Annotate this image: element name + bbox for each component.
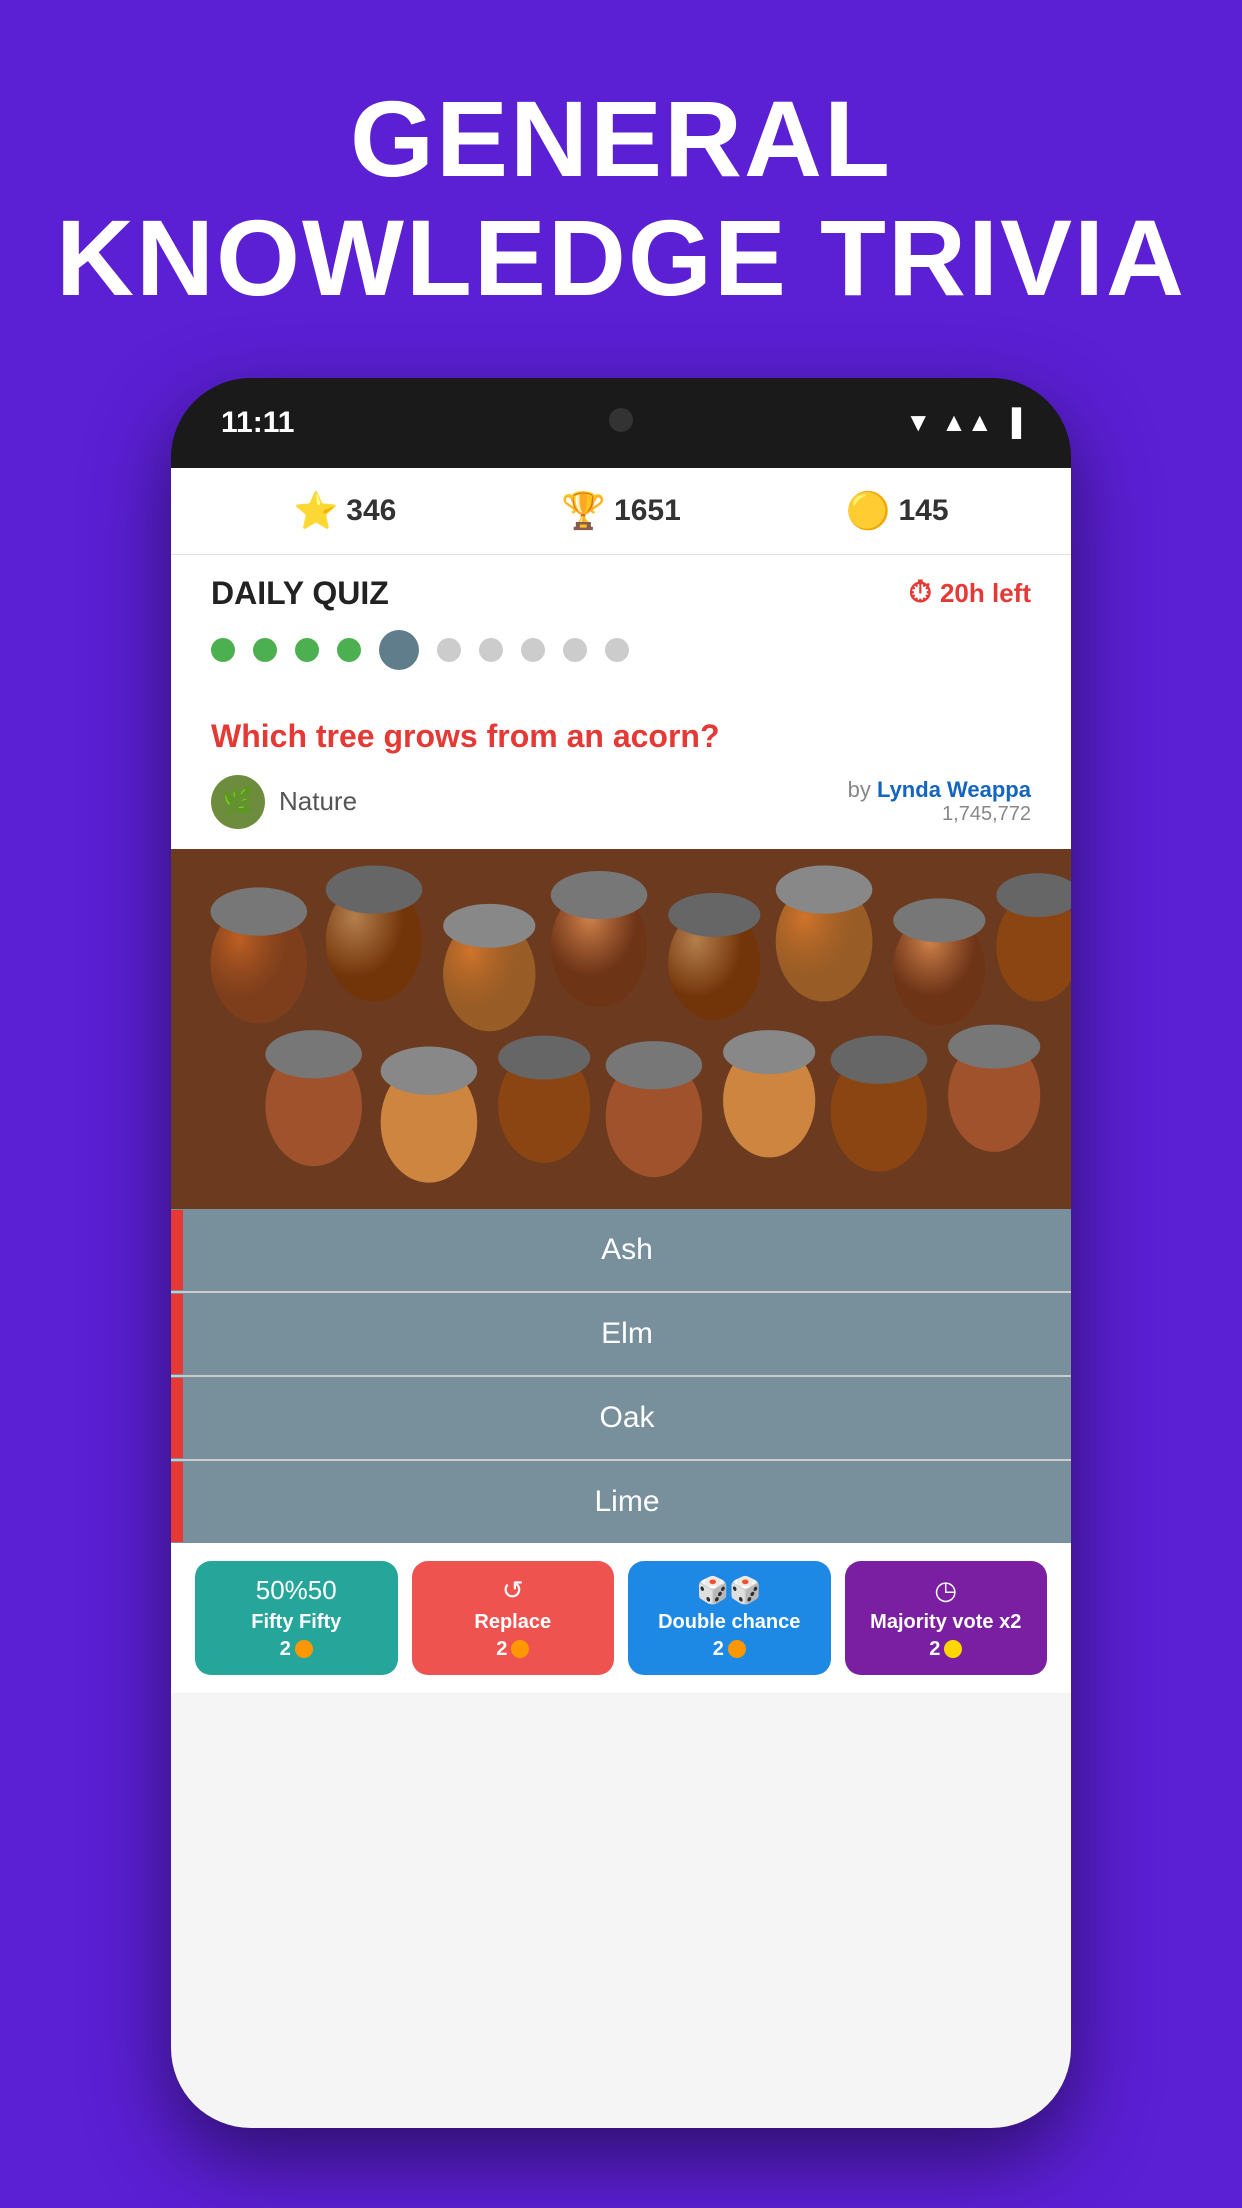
timer-icon: ⏱	[909, 576, 932, 610]
coin-icon: 🟡	[846, 490, 891, 532]
coins-value: 145	[898, 494, 948, 528]
page-title: GENERAL KNOWLEDGE TRIVIA	[56, 0, 1186, 378]
answer-text-4: Lime	[183, 1461, 1071, 1543]
answer-btn-4[interactable]: Lime	[171, 1461, 1071, 1543]
answer-indicator-4	[171, 1462, 183, 1542]
quiz-header: DAILY QUIZ ⏱ 20h left	[171, 555, 1071, 690]
phone-shell: 11:11 ▼ ▲▲ ▐ ⭐ 346 🏆 1651 🟡 145	[171, 378, 1071, 2128]
daily-quiz-label: DAILY QUIZ	[211, 575, 389, 612]
answer-indicator-1	[171, 1210, 183, 1290]
double-chance-coin	[728, 1640, 746, 1658]
stars-stat: ⭐ 346	[293, 490, 396, 532]
answer-btn-2[interactable]: Elm	[171, 1293, 1071, 1377]
category-name: Nature	[279, 786, 357, 817]
progress-dot-1	[211, 638, 235, 662]
answer-text-3: Oak	[183, 1377, 1071, 1459]
majority-vote-cost: 2	[929, 1638, 940, 1661]
progress-dots	[211, 630, 1031, 690]
fifty-fifty-cost: 2	[280, 1638, 291, 1661]
timer-badge: ⏱ 20h left	[909, 576, 1031, 610]
category-info: 🌿 Nature	[211, 775, 357, 829]
progress-dot-6	[437, 638, 461, 662]
fifty-fifty-coin	[295, 1640, 313, 1658]
replace-cost: 2	[496, 1638, 507, 1661]
timer-text: 20h left	[940, 578, 1031, 609]
author-info: by Lynda Weappa 1,745,772	[848, 777, 1031, 826]
answer-btn-1[interactable]: Ash	[171, 1209, 1071, 1293]
signal-icon: ▲▲	[941, 407, 992, 438]
question-section: Which tree grows from an acorn? 🌿 Nature…	[171, 690, 1071, 849]
lifeline-majority-vote[interactable]: ◷ Majority vote x2 2	[845, 1561, 1048, 1675]
progress-dot-5	[379, 630, 419, 670]
answer-btn-3[interactable]: Oak	[171, 1377, 1071, 1461]
lifeline-double-chance[interactable]: 🎲🎲 Double chance 2	[628, 1561, 831, 1675]
answer-indicator-2	[171, 1294, 183, 1374]
stats-bar: ⭐ 346 🏆 1651 🟡 145	[171, 468, 1071, 555]
answer-indicator-3	[171, 1378, 183, 1458]
battery-icon: ▐	[1003, 407, 1021, 438]
camera	[609, 408, 633, 432]
author-count: 1,745,772	[848, 803, 1031, 826]
double-chance-cost: 2	[713, 1638, 724, 1661]
question-meta: 🌿 Nature by Lynda Weappa 1,745,772	[211, 775, 1031, 829]
progress-dot-8	[521, 638, 545, 662]
lifeline-replace[interactable]: ↺ Replace 2	[412, 1561, 615, 1675]
phone-screen: ⭐ 346 🏆 1651 🟡 145 DAILY QUIZ ⏱ 20h left	[171, 468, 1071, 2128]
answers-section: Ash Elm Oak Lime	[171, 1209, 1071, 1543]
majority-vote-coin	[944, 1640, 962, 1658]
lifeline-fifty-fifty[interactable]: 50%50 Fifty Fifty 2	[195, 1561, 398, 1675]
star-icon: ⭐	[293, 490, 338, 532]
trophy-icon: 🏆	[561, 490, 606, 532]
progress-dot-3	[295, 638, 319, 662]
wifi-icon: ▼	[905, 407, 931, 438]
progress-dot-10	[605, 638, 629, 662]
progress-dot-4	[337, 638, 361, 662]
replace-coin	[511, 1640, 529, 1658]
progress-dot-9	[563, 638, 587, 662]
answer-text-2: Elm	[183, 1293, 1071, 1375]
author-by: by	[848, 777, 877, 802]
answer-text-1: Ash	[183, 1209, 1071, 1291]
trophy-value: 1651	[614, 494, 681, 528]
question-image	[171, 849, 1071, 1209]
question-text: Which tree grows from an acorn?	[211, 718, 1031, 755]
category-icon: 🌿	[211, 775, 265, 829]
coins-stat: 🟡 145	[846, 490, 949, 532]
stars-value: 346	[346, 494, 396, 528]
author-name: Lynda Weappa	[877, 777, 1031, 802]
progress-dot-7	[479, 638, 503, 662]
lifelines-bar: 50%50 Fifty Fifty 2 ↺ Replace 2 🎲🎲 Doubl…	[171, 1543, 1071, 1693]
progress-dot-2	[253, 638, 277, 662]
trophy-stat: 🏆 1651	[561, 490, 681, 532]
status-time: 11:11	[221, 406, 294, 440]
